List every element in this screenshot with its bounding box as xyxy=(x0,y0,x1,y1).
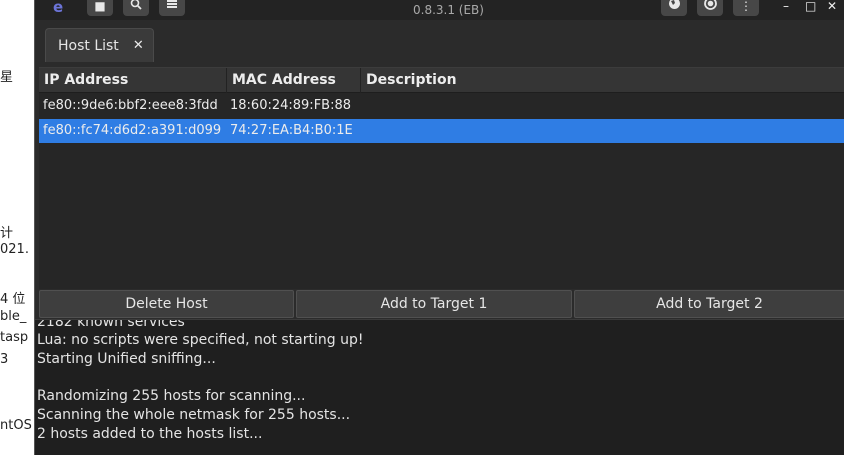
tab-host-list[interactable]: Host List ✕ xyxy=(45,28,154,62)
add-to-target-2-button[interactable]: Add to Target 2 xyxy=(574,290,844,318)
console-line: Lua: no scripts were specified, not star… xyxy=(37,332,364,348)
console-log[interactable]: 2182 known services Lua: no scripts were… xyxy=(35,319,844,455)
ip-cell: fe80::9de6:bbf2:eee8:3fdd xyxy=(43,98,218,113)
console-line: 2182 known services xyxy=(37,319,185,330)
minimize-button[interactable]: – xyxy=(783,0,789,13)
doc-fragment: 3 xyxy=(0,352,9,367)
doc-fragment: ble_ xyxy=(0,309,27,324)
doc-fragment: 计 xyxy=(0,226,14,241)
search-icon xyxy=(130,0,142,12)
column-header-ip[interactable]: IP Address xyxy=(39,68,227,93)
more-menu-button[interactable]: ⋮ xyxy=(733,0,759,16)
table-header: IP Address MAC Address Description xyxy=(39,68,844,93)
mitm-menu-button[interactable] xyxy=(661,0,687,16)
header-bar: e ■ 0.8.3.1 (EB) ⋮ – □ ✕ xyxy=(35,0,844,20)
ettercap-window: e ■ 0.8.3.1 (EB) ⋮ – □ ✕ Host List ✕ IP … xyxy=(34,0,844,455)
version-label: 0.8.3.1 (EB) xyxy=(413,3,484,17)
column-header-mac[interactable]: MAC Address xyxy=(227,68,361,93)
host-list-button[interactable] xyxy=(159,0,185,16)
stop-sniffing-button[interactable]: ■ xyxy=(87,0,113,16)
mac-cell: 74:27:EA:B4:B0:1E xyxy=(230,123,353,138)
app-logo-icon[interactable]: e xyxy=(53,0,63,16)
record-button[interactable] xyxy=(697,0,723,16)
console-line: 2 hosts added to the hosts list... xyxy=(37,426,263,442)
hosts-icon xyxy=(166,0,178,12)
doc-fragment: 星 xyxy=(0,70,14,85)
close-icon[interactable]: ✕ xyxy=(133,38,144,53)
table-row[interactable]: fe80::9de6:bbf2:eee8:3fdd 18:60:24:89:FB… xyxy=(39,94,844,118)
host-table: IP Address MAC Address Description fe80:… xyxy=(39,67,844,289)
globe-icon xyxy=(668,0,681,12)
ip-cell: fe80::fc74:d6d2:a391:d099 xyxy=(43,123,222,138)
console-line: Randomizing 255 hosts for scanning... xyxy=(37,388,306,404)
tab-bar: Host List ✕ xyxy=(35,20,844,66)
action-buttons: Delete Host Add to Target 1 Add to Targe… xyxy=(39,289,844,319)
delete-host-button[interactable]: Delete Host xyxy=(39,290,294,318)
maximize-button[interactable]: □ xyxy=(805,0,816,13)
scan-hosts-button[interactable] xyxy=(123,0,149,16)
background-document: 星 计 021. 4 位 ble_ tasp 3 ntOS xyxy=(0,0,34,455)
doc-fragment: tasp xyxy=(0,330,29,345)
add-to-target-1-button[interactable]: Add to Target 1 xyxy=(296,290,572,318)
record-icon xyxy=(703,0,717,12)
doc-fragment: 021. xyxy=(0,242,29,257)
table-row-selected[interactable]: fe80::fc74:d6d2:a391:d099 74:27:EA:B4:B0… xyxy=(39,119,844,143)
console-line: Scanning the whole netmask for 255 hosts… xyxy=(37,407,351,423)
column-header-description[interactable]: Description xyxy=(361,68,844,93)
mac-cell: 18:60:24:89:FB:88 xyxy=(230,98,352,113)
close-window-button[interactable]: ✕ xyxy=(827,0,837,13)
stop-icon: ■ xyxy=(94,0,106,13)
doc-fragment: 4 位 xyxy=(0,292,26,307)
console-line: Starting Unified sniffing... xyxy=(37,351,216,367)
more-icon: ⋮ xyxy=(740,0,752,13)
tab-label: Host List xyxy=(58,37,119,54)
doc-fragment: ntOS xyxy=(0,418,32,433)
